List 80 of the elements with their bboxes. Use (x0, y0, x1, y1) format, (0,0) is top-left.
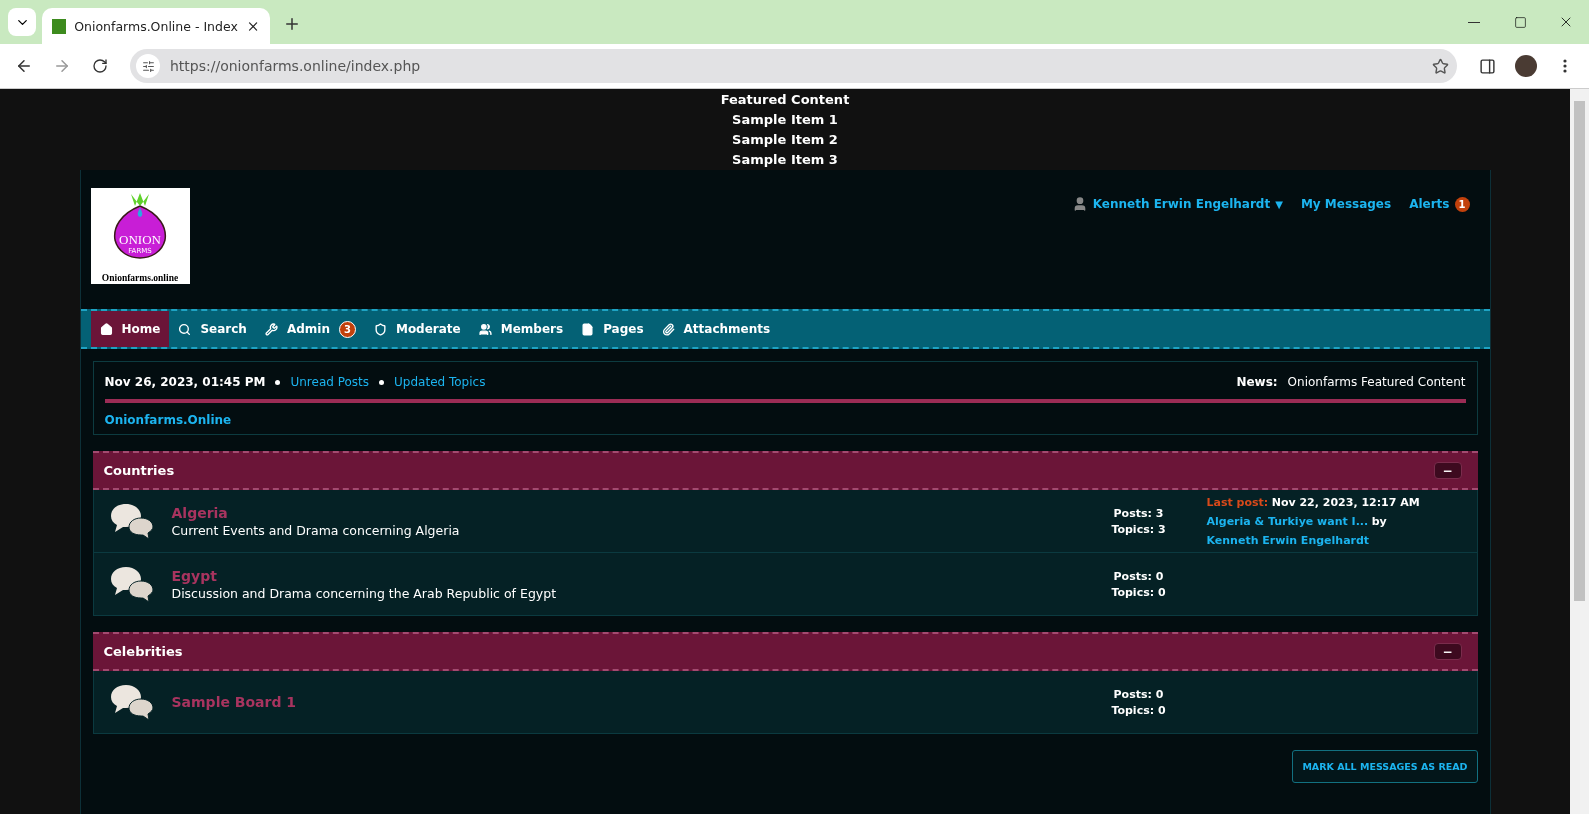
post-count: Posts: 0 (1113, 687, 1164, 701)
maximize-icon (1513, 15, 1527, 29)
nav-item[interactable]: Members (469, 311, 573, 347)
topic-count: Topics: 0 (1111, 703, 1166, 717)
topic-link[interactable]: Algeria & Turkiye want I... (1206, 514, 1369, 528)
post-count: Posts: 3 (1113, 506, 1164, 520)
category-title: Countries (103, 463, 175, 478)
url-text: https://onionfarms.online/index.php (170, 58, 422, 74)
plus-icon (283, 15, 301, 33)
address-bar[interactable]: https://onionfarms.online/index.php (130, 49, 1457, 83)
menu-icon (1563, 59, 1567, 73)
browser-tab[interactable]: Onionfarms.Online - Index (42, 8, 270, 44)
nav-item[interactable]: Home (90, 311, 170, 347)
mark-all-read-button[interactable]: MARK ALL MESSAGES AS READ (1292, 750, 1478, 783)
featured-item: Sample Item 3 (732, 151, 838, 169)
nav-label: Home (121, 322, 161, 336)
speech-bubbles-icon (109, 565, 154, 603)
news-text: Onionfarms Featured Content (1287, 375, 1466, 389)
reload-icon (92, 58, 108, 74)
page-icon (581, 322, 595, 336)
nav-label: Members (500, 322, 564, 336)
site-favicon-icon (52, 18, 67, 34)
topic-count: Topics: 0 (1111, 585, 1166, 599)
bullet-icon (379, 379, 385, 385)
nav-item[interactable]: Attachments (652, 311, 780, 347)
user-menu-link[interactable]: Alerts 1 (1409, 196, 1470, 212)
nav-label: Search (200, 322, 247, 336)
logo-text: ONION (119, 232, 161, 247)
nav-label: Pages (603, 322, 644, 336)
nav-item[interactable]: Pages (572, 311, 653, 347)
featured-item: Sample Item 1 (732, 111, 838, 129)
bookmark-star-icon[interactable] (1432, 57, 1449, 75)
topic-count: Topics: 3 (1111, 522, 1166, 536)
nav-label: Admin (286, 322, 330, 336)
speech-bubbles-icon (109, 683, 154, 721)
nav-label: Attachments (683, 322, 771, 336)
post-count: Posts: 0 (1113, 569, 1164, 583)
board-description: Current Events and Drama concerning Algeria (171, 522, 461, 538)
search-icon (178, 322, 192, 336)
count-badge: 3 (338, 320, 356, 338)
site-settings-icon[interactable] (136, 54, 160, 78)
profile-avatar[interactable] (1515, 55, 1537, 77)
last-post-date: Nov 22, 2023, 12:17 AM (1271, 495, 1420, 509)
board-description: Discussion and Drama concerning the Arab Republic of Egypt (171, 585, 558, 601)
featured-title: Featured Content (720, 91, 850, 109)
nav-label: Moderate (395, 322, 461, 336)
collapse-button[interactable]: − (1433, 462, 1462, 479)
wrench-icon (264, 322, 278, 336)
nav-item[interactable]: Search (169, 311, 256, 347)
logo-caption: Onionfarms.online (101, 273, 179, 283)
users-icon (478, 322, 492, 336)
arrow-right-icon (53, 57, 71, 75)
info-link[interactable]: Updated Topics (394, 375, 486, 389)
user-menu-link[interactable]: My Messages (1300, 197, 1392, 211)
current-date: Nov 26, 2023, 01:45 PM (104, 375, 266, 389)
shield-icon (373, 322, 387, 336)
count-badge: 1 (1454, 196, 1470, 212)
caret-icon: ▼ (1275, 198, 1283, 210)
info-link[interactable]: Unread Posts (290, 375, 370, 389)
scrollbar[interactable] (1570, 89, 1589, 814)
collapse-button[interactable]: − (1433, 643, 1462, 660)
featured-item: Sample Item 2 (732, 131, 838, 149)
side-panel-icon (1478, 57, 1496, 75)
nav-item[interactable]: Admin 3 (255, 311, 365, 347)
link-label: Alerts (1409, 197, 1450, 211)
by-text: by (1371, 514, 1387, 528)
minimize-icon (1468, 21, 1480, 23)
last-post-label: Last post: (1206, 495, 1269, 509)
user-name: Kenneth Erwin Engelhardt (1092, 197, 1271, 211)
author-link[interactable]: Kenneth Erwin Engelhardt (1206, 530, 1477, 550)
nav-item[interactable]: Moderate (364, 311, 470, 347)
speech-bubbles-icon (109, 502, 154, 540)
tab-title: Onionfarms.Online - Index (74, 18, 238, 34)
category-title: Celebrities (103, 644, 183, 659)
home-icon (99, 322, 113, 336)
paperclip-icon (661, 322, 675, 336)
bullet-icon (275, 379, 281, 385)
user-menu-link[interactable]: Kenneth Erwin Engelhardt ▼ (1071, 196, 1283, 212)
breadcrumb-link[interactable]: Onionfarms.Online (104, 413, 1466, 427)
news-label: News: (1236, 375, 1278, 389)
